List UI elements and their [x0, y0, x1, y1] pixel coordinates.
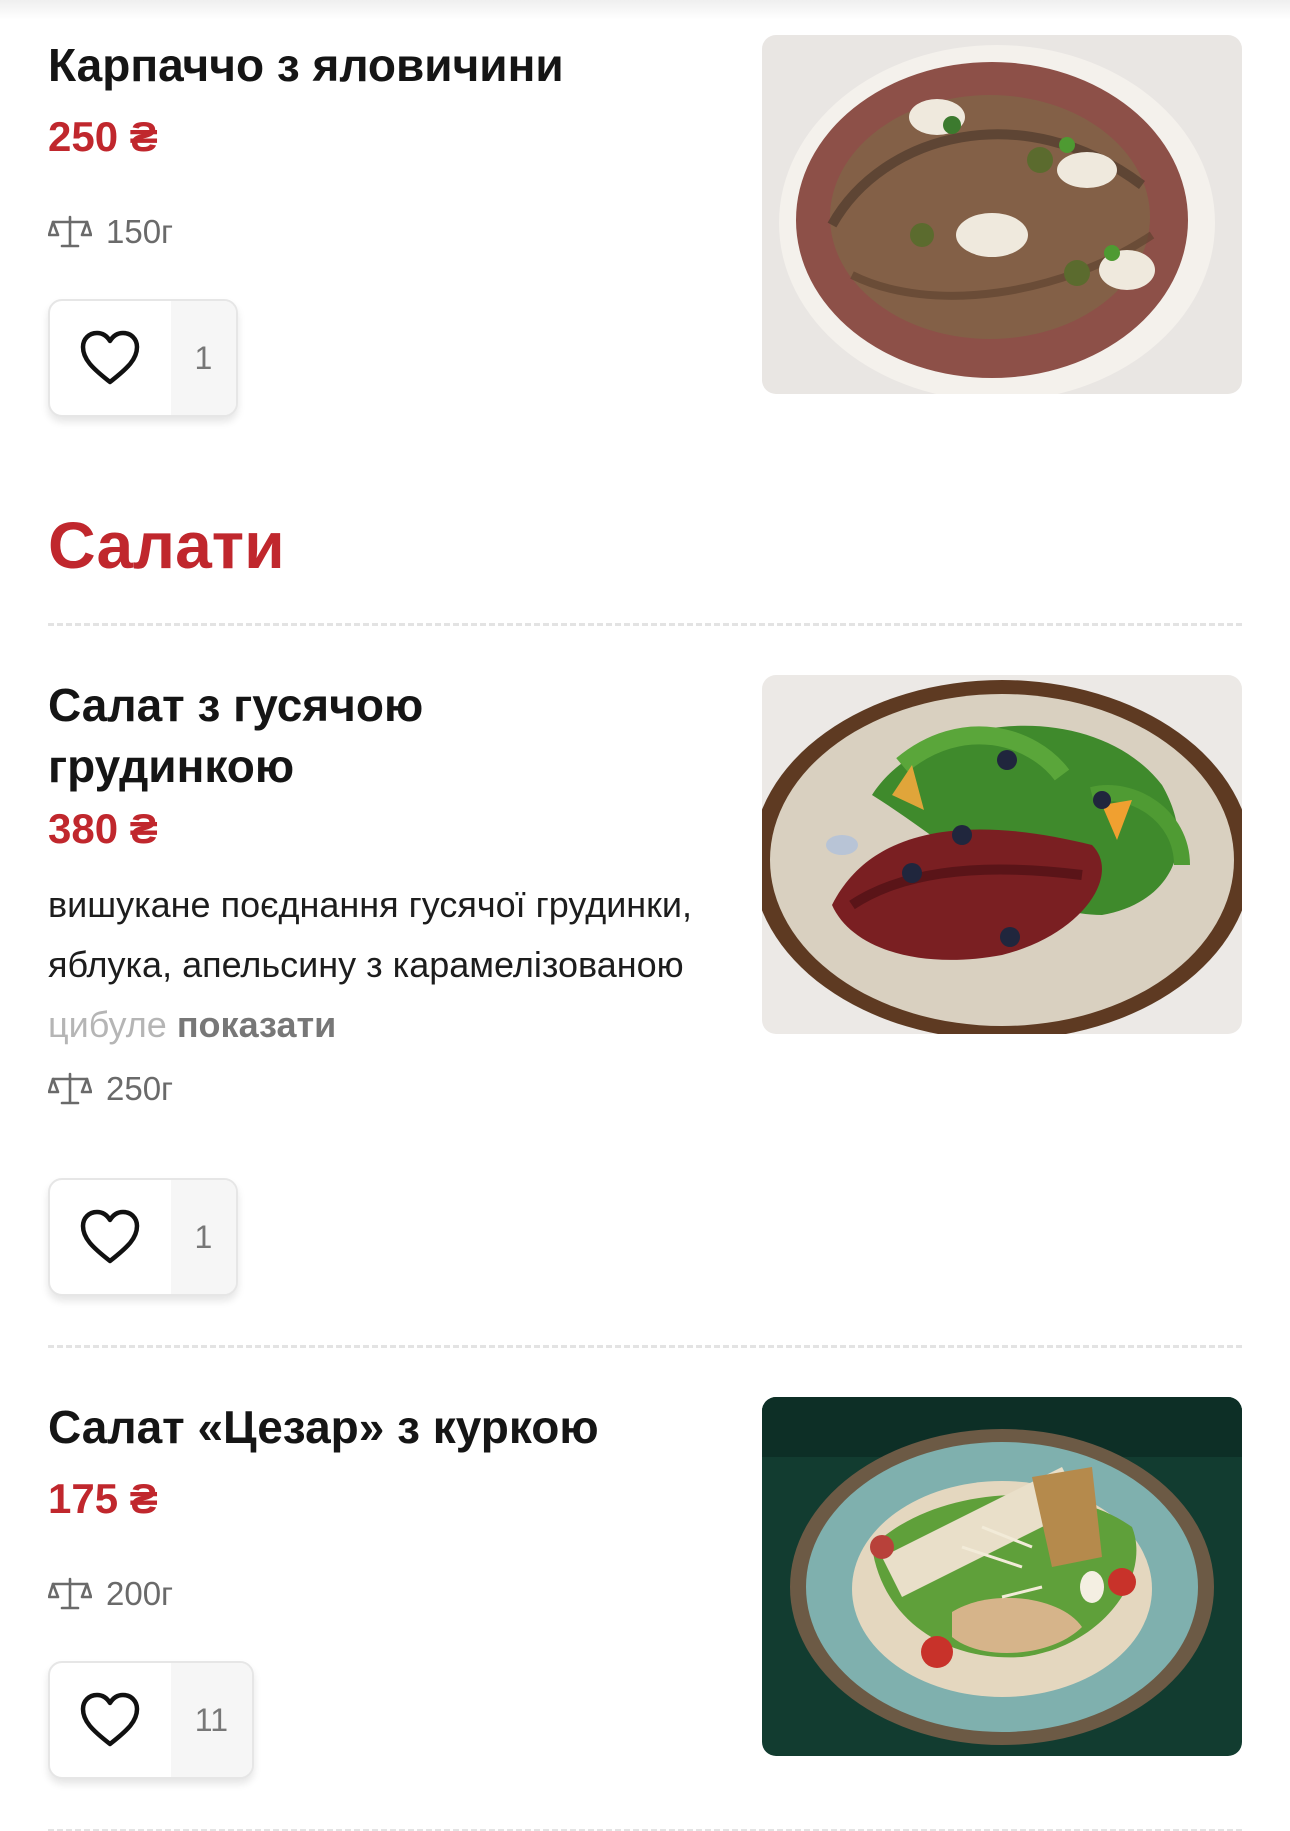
like-count: 11 — [170, 1663, 252, 1777]
heart-icon — [81, 1692, 140, 1747]
like-count: 1 — [170, 301, 236, 415]
dish-price: 175 ₴ — [48, 1475, 158, 1522]
show-more-link[interactable]: показати — [177, 1004, 336, 1045]
like-count: 1 — [170, 1180, 236, 1294]
dish-info: Карпаччо з яловичини 250 ₴ 150г 1 — [48, 35, 728, 417]
scales-icon — [48, 1577, 92, 1610]
divider — [48, 623, 1242, 626]
like-button[interactable] — [50, 301, 171, 415]
scales-icon — [48, 215, 92, 248]
dish-card-carpaccio[interactable]: Карпаччо з яловичини 250 ₴ 150г 1 — [48, 35, 1242, 425]
dish-info: Салат «Цезар» з куркою 175 ₴ 200г 11 — [48, 1397, 728, 1779]
section-title: Салати — [48, 508, 285, 582]
dish-price: 380 ₴ — [48, 805, 158, 852]
like-button[interactable] — [50, 1180, 171, 1294]
dish-card-goose-salad[interactable]: Салат з гусячою грудинкою 380 ₴ вишукане… — [48, 675, 1242, 1305]
like-widget: 11 — [48, 1661, 254, 1779]
dish-weight: 200г — [48, 1574, 728, 1614]
description-text-faded: цибуле — [48, 1004, 167, 1045]
description-text: вишукане поєднання гусячої грудинки, ябл… — [48, 884, 693, 985]
dish-price: 250 ₴ — [48, 113, 158, 160]
dish-name: Салат з гусячою грудинкою — [48, 679, 424, 792]
scales-icon — [48, 1072, 92, 1105]
divider — [48, 1345, 1242, 1348]
like-widget: 1 — [48, 1178, 238, 1296]
dish-photo[interactable] — [762, 1397, 1242, 1756]
heart-icon — [81, 330, 140, 385]
dish-name: Салат «Цезар» з куркою — [48, 1401, 599, 1453]
dish-weight: 150г — [48, 212, 728, 252]
dish-info: Салат з гусячою грудинкою 380 ₴ вишукане… — [48, 675, 728, 1296]
dish-weight: 250г — [48, 1069, 728, 1109]
weight-value: 150г — [106, 213, 174, 250]
dish-card-caesar-salad[interactable]: Салат «Цезар» з куркою 175 ₴ 200г 11 — [48, 1397, 1242, 1787]
weight-value: 200г — [106, 1575, 174, 1612]
dish-photo[interactable] — [762, 35, 1242, 394]
dish-name: Карпаччо з яловичини — [48, 39, 564, 91]
weight-value: 250г — [106, 1070, 174, 1107]
heart-icon — [81, 1209, 140, 1264]
dish-photo[interactable] — [762, 675, 1242, 1034]
like-button[interactable] — [50, 1663, 171, 1777]
dish-description: вишукане поєднання гусячої грудинки, ябл… — [48, 875, 728, 1055]
top-fade — [0, 0, 1290, 20]
like-widget: 1 — [48, 299, 238, 417]
